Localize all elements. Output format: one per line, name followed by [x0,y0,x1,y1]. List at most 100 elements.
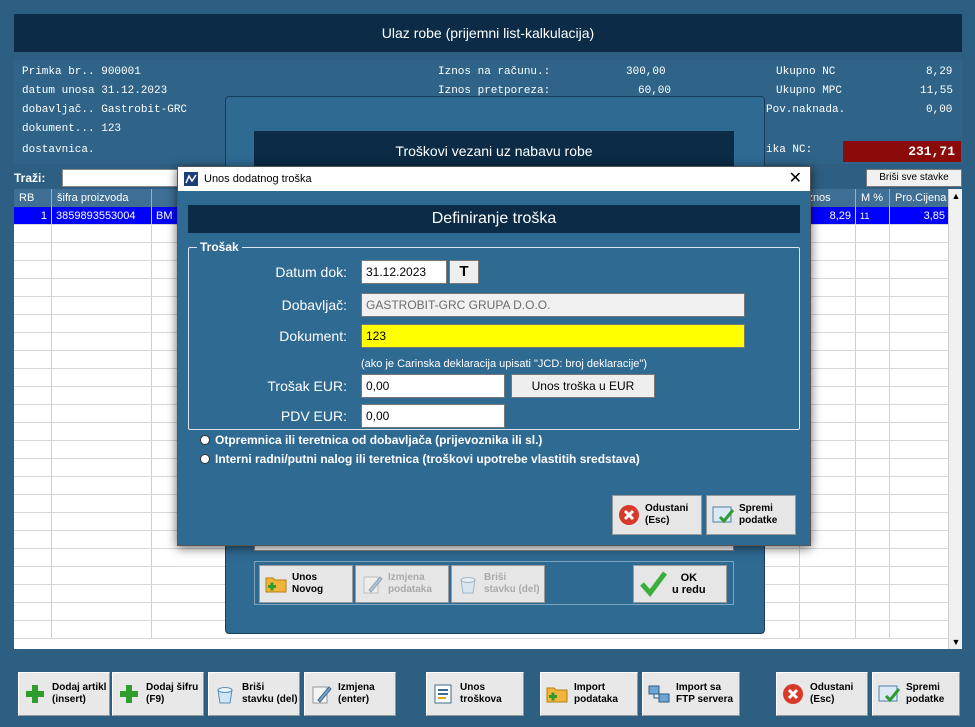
scroll-up-icon[interactable]: ▲ [949,189,963,203]
table-cell [800,549,856,566]
table-cell [52,495,152,512]
import-ftp-label: Import sa FTP servera [676,682,734,705]
add-code-button[interactable]: Dodaj šifru (F9) [112,672,204,716]
enter-costs-label: Unos troškova [460,682,502,705]
cost-eur-input[interactable]: 0,00 [361,374,505,398]
scroll-down-icon[interactable]: ▼ [949,635,963,649]
invoice-amount-value: 300,00 [626,66,666,78]
table-cell [856,459,890,476]
import-ftp-button[interactable]: Import sa FTP servera [642,672,740,716]
total-nc-label: Ukupno NC [776,66,836,78]
table-cell [14,423,52,440]
table-cell [14,621,52,638]
delete-all-items-button[interactable]: Briši sve stavke [866,169,962,187]
refund-fee-value: 0,00 [926,104,953,116]
table-cell [890,585,950,602]
table-cell [856,243,890,260]
today-button[interactable]: T [449,260,479,284]
table-cell [856,549,890,566]
table-cell [890,603,950,620]
table-cell [800,603,856,620]
table-cell [14,531,52,548]
save-button[interactable]: Spremi podatke [872,672,960,716]
col-pro-cijena[interactable]: Pro.Cijena [890,189,950,207]
cost-legend: Trošak [197,240,242,254]
table-cell [890,225,950,242]
table-cell [856,531,890,548]
document-input[interactable]: 123 [361,324,745,348]
radio-internal-order-label: Interni radni/putni nalog ili teretnica … [215,452,640,466]
enter-eur-cost-button[interactable]: Unos troška u EUR [511,374,655,398]
table-cell [800,585,856,602]
edit-item-button[interactable]: Izmjena (enter) [304,672,396,716]
radio-supplier-waybill[interactable]: Otpremnica ili teretnica od dobavljača (… [200,433,542,447]
total-mpc-label: Ukupno MPC [776,85,843,97]
add-cost-modal: Unos dodatnog troška ✕ Definiranje trošk… [177,166,811,546]
modal-heading: Definiranje troška [188,205,800,233]
col-sifra[interactable]: šifra proizvoda [52,189,152,207]
table-cell [890,423,950,440]
table-cell [856,585,890,602]
total-nc-value: 8,29 [926,66,953,78]
col-marza[interactable]: M % [856,189,890,207]
table-cell [890,531,950,548]
edit-cost-button[interactable]: Izmjena podataka [355,565,449,603]
cancel-icon [617,503,641,527]
customs-hint: (ako je Carinska deklaracija upisati "JC… [361,358,647,370]
cost-eur-label: Trošak EUR: [267,378,347,394]
add-code-label: Dodaj šifru (F9) [146,682,199,705]
table-cell [14,441,52,458]
delete-cost-button[interactable]: Briši stavku (del) [451,565,545,603]
radio-internal-order[interactable]: Interni radni/putni nalog ili teretnica … [200,452,640,466]
table-cell [14,585,52,602]
table-cell [52,261,152,278]
cell-marza: 11 [856,207,890,224]
radio-supplier-waybill-label: Otpremnica ili teretnica od dobavljača (… [215,433,543,447]
radio-dot-icon[interactable] [200,435,210,445]
invoice-amount-label: Iznos na računu.: [438,66,551,78]
window-title: Ulaz robe (prijemni list-kalkulacija) [14,14,962,52]
modal-cancel-button[interactable]: Odustani (Esc) [612,495,702,535]
table-cell [856,225,890,242]
col-rb[interactable]: RB [14,189,52,207]
cell-rb: 1 [14,207,52,224]
save-icon [711,503,735,527]
grand-total-label: ika NC: [766,144,813,156]
table-cell [52,531,152,548]
modal-titlebar: Unos dodatnog troška ✕ [178,167,810,191]
supplier-field[interactable]: GASTROBIT-GRC GRUPA D.O.O. [361,293,745,317]
cancel-icon [781,682,805,706]
date-input[interactable]: 31.12.2023 [361,260,447,284]
pencil-icon [360,572,384,596]
ok-button[interactable]: OK u redu [633,565,727,603]
bucket-icon [213,682,237,706]
vat-eur-input[interactable]: 0,00 [361,404,505,428]
table-cell [856,423,890,440]
table-cell [14,369,52,386]
edit-item-label: Izmjena (enter) [338,682,375,705]
green-plus-icon [117,682,141,706]
cancel-button[interactable]: Odustani (Esc) [776,672,868,716]
pencil-icon [309,682,333,706]
table-cell [856,333,890,350]
import-data-button[interactable]: Import podataka [540,672,638,716]
delete-item-button[interactable]: Briši stavku (del) [208,672,300,716]
table-cell [52,567,152,584]
close-icon[interactable]: ✕ [789,167,802,191]
table-cell [890,351,950,368]
radio-dot-icon[interactable] [200,454,210,464]
table-cell [856,261,890,278]
table-cell [890,513,950,530]
new-cost-button[interactable]: Unos Novog [259,565,353,603]
edit-cost-label: Izmjena podataka [388,572,432,595]
date-label: Datum dok: [275,264,347,280]
refund-fee-label: Pov.naknada. [766,104,846,116]
table-cell [52,459,152,476]
modal-save-button[interactable]: Spremi podatke [706,495,796,535]
add-article-button[interactable]: Dodaj artikl (insert) [18,672,110,716]
search-input[interactable] [62,169,182,187]
table-cell [52,333,152,350]
grid-scrollbar[interactable]: ▲ ▼ [948,189,962,649]
enter-costs-button[interactable]: Unos troškova [426,672,524,716]
table-cell [890,261,950,278]
